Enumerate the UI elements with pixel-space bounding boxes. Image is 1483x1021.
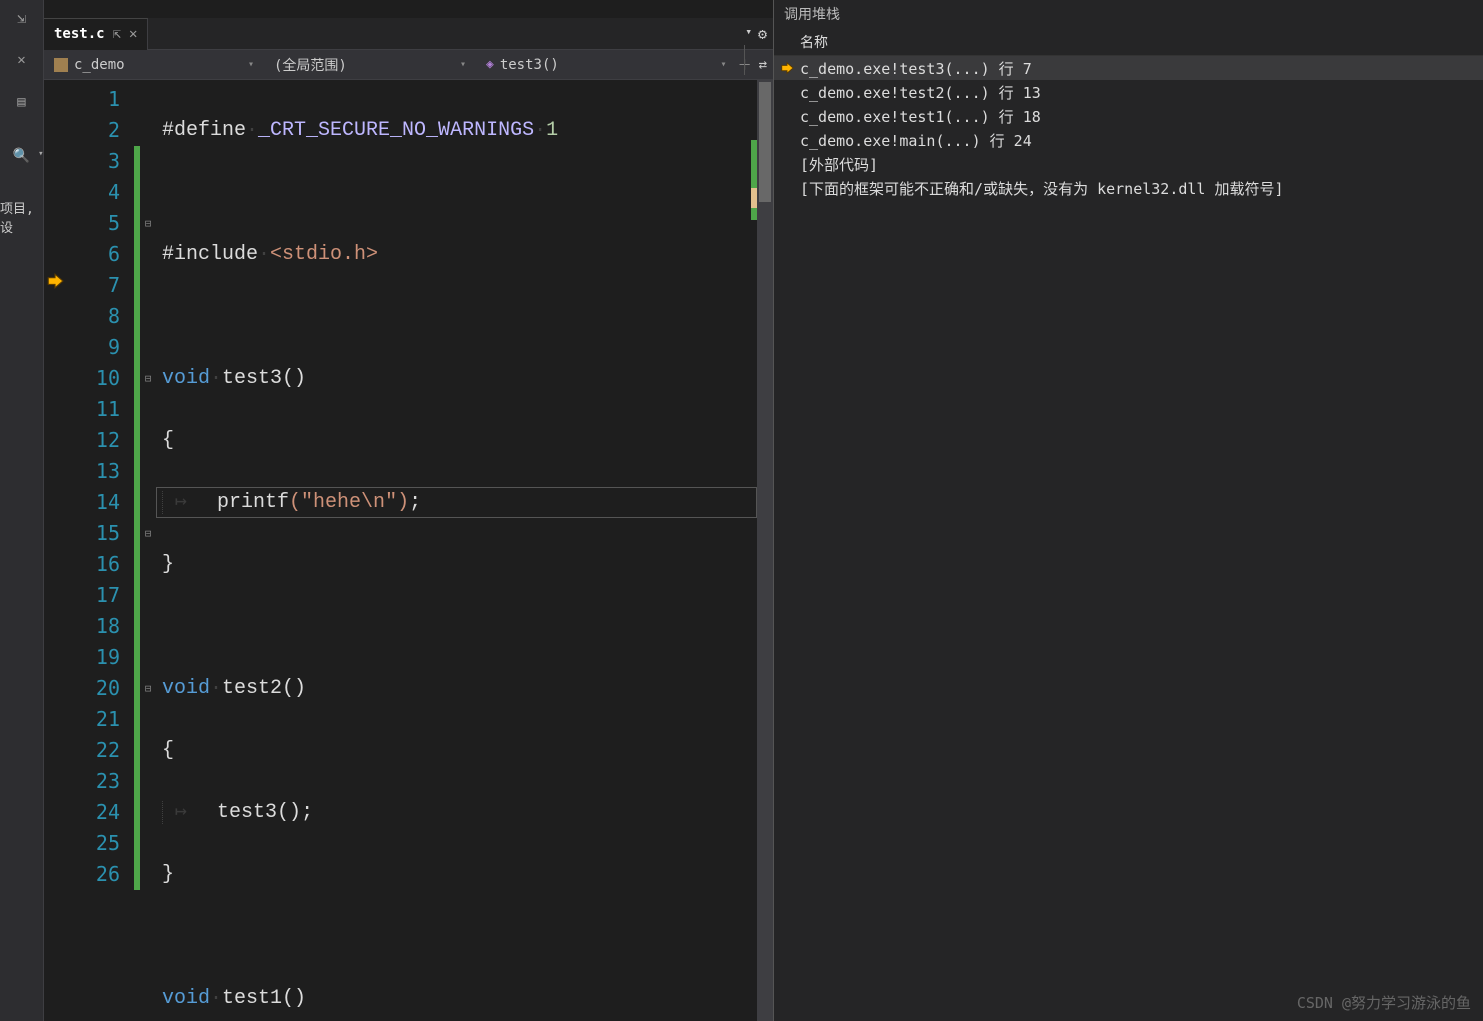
tab-pin-icon[interactable]: ⇱ [113,26,121,42]
vertical-scrollbar[interactable] [757,80,773,1021]
fold-icon[interactable]: ⊟ [140,363,156,394]
scrollbar-thumb[interactable] [759,82,771,202]
callstack-title: 调用堆栈 [774,0,1483,30]
nav-project-label: c_demo [74,57,125,73]
nav-project-selector[interactable]: c_demo ▾ [44,50,264,79]
doc-icon[interactable]: ▤ [10,90,34,114]
close-icon[interactable]: ✕ [10,48,34,72]
callstack-frame-label: c_demo.exe!test1(...) 行 18 [800,106,1041,127]
callstack-frame-label: c_demo.exe!test3(...) 行 7 [800,58,1032,79]
function-icon: ◈ [486,57,494,72]
tab-gear-icon[interactable]: ⚙ [758,25,767,43]
fold-gutter[interactable]: ⊟ ⊟ ⊟ ⊟ [140,80,156,1021]
tab-close-icon[interactable]: ✕ [129,26,137,42]
nav-scope-label: (全局范围) [274,55,347,75]
callstack-frame-label: c_demo.exe!main(...) 行 24 [800,130,1032,151]
callstack-row[interactable]: [下面的框架可能不正确和/或缺失，没有为 kernel32.dll 加载符号] [774,176,1483,200]
code-view[interactable]: 1234567891011121314151617181920212223242… [44,80,773,1021]
fold-icon[interactable]: ⊟ [140,673,156,704]
search-icon[interactable]: 🔍 [10,144,34,168]
callstack-row[interactable]: [外部代码] [774,152,1483,176]
callstack-row[interactable]: c_demo.exe!test3(...) 行 7 [774,56,1483,80]
callstack-frame-label: [下面的框架可能不正确和/或缺失，没有为 kernel32.dll 加载符号] [800,178,1284,199]
callstack-column-header[interactable]: 名称 [774,30,1483,56]
callstack-pane: 调用堆栈 名称 c_demo.exe!test3(...) 行 7 c_demo… [774,0,1483,1021]
current-line-arrow-icon [46,272,64,290]
callstack-frame-label: [外部代码] [800,154,878,175]
tab-test-c[interactable]: test.c ⇱ ✕ [44,18,148,50]
line-number-gutter: 1234567891011121314151617181920212223242… [64,80,134,1021]
callstack-frame-label: c_demo.exe!test2(...) 行 13 [800,82,1041,103]
current-frame-arrow-icon [778,61,796,75]
code-body[interactable]: #define·_CRT_SECURE_NO_WARNINGS·1 #inclu… [156,80,757,1021]
callstack-row[interactable]: c_demo.exe!main(...) 行 24 [774,128,1483,152]
nav-bar: c_demo ▾ (全局范围) ▾ ◈ test3() ▾ ＋ ⇄ [44,50,773,80]
editor-area: test.c ⇱ ✕ ▾ ⚙ c_demo ▾ (全局范围) ▾ ◈ test3… [44,0,774,1021]
nav-swap-icon[interactable]: ⇄ [753,57,773,73]
tab-bar: test.c ⇱ ✕ ▾ ⚙ [44,18,773,50]
tab-dropdown-icon[interactable]: ▾ [745,25,752,43]
callstack-list: c_demo.exe!test3(...) 行 7 c_demo.exe!tes… [774,56,1483,1021]
project-icon [54,58,68,72]
nav-scope-selector[interactable]: (全局范围) ▾ [264,50,476,79]
tab-label: test.c [54,26,105,42]
fold-icon[interactable]: ⊟ [140,208,156,239]
nav-split-icon[interactable]: ＋ [737,55,753,75]
pin-icon[interactable]: ⇲ [10,6,34,30]
left-sidebar: ⇲ ✕ ▤ 🔍 项目, 设 [0,0,44,1021]
fold-icon[interactable]: ⊟ [140,518,156,549]
nav-function-label: test3() [500,57,559,73]
callstack-row[interactable]: c_demo.exe!test2(...) 行 13 [774,80,1483,104]
breakpoint-gutter[interactable] [44,80,64,1021]
nav-function-selector[interactable]: ◈ test3() ▾ [476,50,737,79]
callstack-row[interactable]: c_demo.exe!test1(...) 行 18 [774,104,1483,128]
sidebar-text: 项目, 设 [0,198,43,236]
watermark: CSDN @努力学习游泳的鱼 [1297,992,1471,1013]
